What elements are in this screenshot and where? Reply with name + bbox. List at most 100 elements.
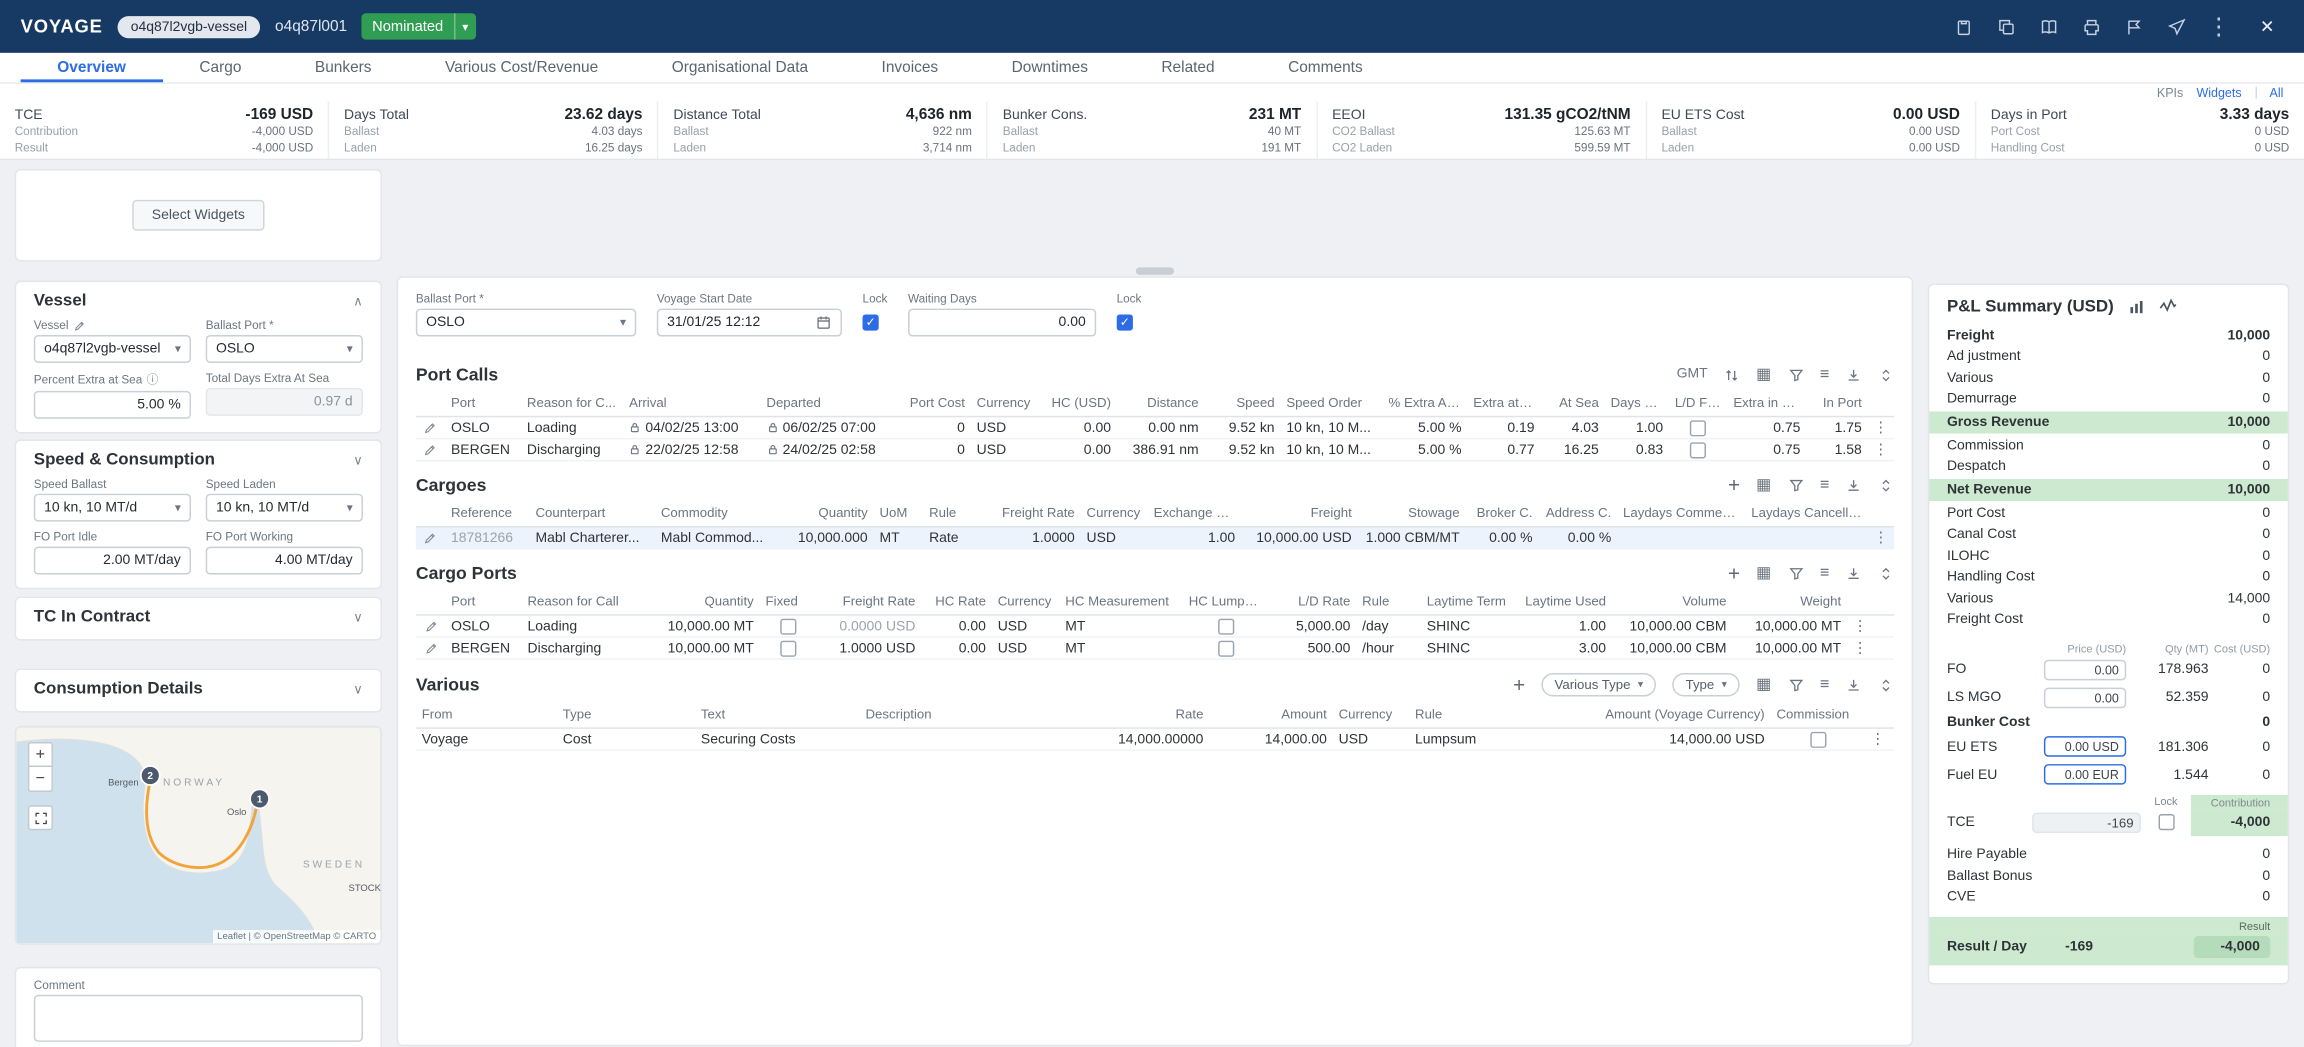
column-header-l-d-fixed[interactable]: L/D Fixed [1669, 395, 1727, 410]
column-header-text[interactable]: Text [695, 707, 860, 722]
voyage-start-date-input[interactable]: 31/01/25 12:12 [657, 309, 842, 337]
consumption-details-panel[interactable]: Consumption Details ∨ [15, 669, 382, 713]
expand-rows-icon[interactable] [1878, 477, 1894, 493]
column-header-reference[interactable]: Reference [445, 505, 530, 520]
ballast-port-select[interactable]: OSLO ▾ [206, 335, 363, 363]
cell-port[interactable]: BERGEN [445, 442, 521, 458]
cell-extra-at-sea[interactable]: 5.00 % [1383, 442, 1468, 458]
column-header-extra-at-sea[interactable]: Extra at Sea [1467, 395, 1540, 410]
cell-in-port[interactable]: 1.75 [1806, 420, 1867, 436]
column-header-commodity[interactable]: Commodity [655, 505, 777, 520]
column-header-departed[interactable]: Departed [761, 395, 898, 410]
cell-currency[interactable]: USD [992, 618, 1060, 634]
report-icon[interactable] [2032, 10, 2064, 42]
expand-rows-icon[interactable] [1878, 677, 1894, 693]
column-header-counterpart[interactable]: Counterpart [530, 505, 655, 520]
cell-volume[interactable]: 10,000.00 CBM [1612, 618, 1732, 634]
cell-amount[interactable]: 14,000.00 [1209, 731, 1332, 747]
cell-distance[interactable]: 386.91 nm [1117, 442, 1205, 458]
cell-reason-for-call[interactable]: Discharging [522, 640, 645, 656]
collapse-icon[interactable]: ∨ [353, 681, 363, 697]
cell-hc-usd[interactable]: 0.00 [1041, 442, 1117, 458]
column-header-arrival[interactable]: Arrival [623, 395, 760, 410]
cell-extra-at-sea[interactable]: 0.77 [1467, 442, 1540, 458]
cell-hc-rate[interactable]: 0.00 [921, 618, 992, 634]
copy-icon[interactable] [1990, 10, 2022, 42]
column-header-quantity[interactable]: Quantity [645, 594, 760, 609]
vessel-select[interactable]: o4q87l2vgb-vessel ▾ [34, 335, 191, 363]
drag-handle[interactable] [1136, 267, 1174, 274]
cell-hc-measurement[interactable]: MT [1059, 640, 1182, 656]
column-header-volume[interactable]: Volume [1612, 594, 1732, 609]
lock-checkbox[interactable] [1117, 314, 1133, 330]
cell-l-d-rate[interactable]: 500.00 [1268, 640, 1356, 656]
speed-ballast-select[interactable]: 10 kn, 10 MT/d ▾ [34, 494, 191, 522]
price-input[interactable]: 0.00 USD [2044, 736, 2126, 757]
cell-extra-in-port[interactable]: 0.75 [1727, 420, 1806, 436]
fo-port-working-input[interactable]: 4.00 MT/day [206, 547, 363, 575]
column-header-freight[interactable]: Freight [1241, 505, 1358, 520]
cell-l-d-fixed[interactable] [1669, 442, 1727, 458]
add-cargo-port-icon[interactable]: + [1728, 563, 1740, 584]
all-link[interactable]: All [2270, 85, 2284, 100]
expand-rows-icon[interactable] [1878, 367, 1894, 383]
price-input[interactable]: 0.00 EUR [2044, 764, 2126, 785]
column-header-broker-c[interactable]: Broker C. [1465, 505, 1538, 520]
cell-at-sea[interactable]: 16.25 [1540, 442, 1604, 458]
cell-quantity[interactable]: 10,000.00 MT [645, 618, 760, 634]
cell-departed[interactable]: 06/02/25 07:00 [761, 420, 898, 436]
cell-hc-rate[interactable]: 0.00 [921, 640, 992, 656]
pct-extra-input[interactable]: 5.00 % [34, 391, 191, 419]
filter-icon[interactable] [1788, 677, 1804, 693]
price-input[interactable]: 0.00 [2044, 687, 2126, 708]
cell-currency[interactable]: USD [971, 442, 1041, 458]
ballast-port-select[interactable]: OSLO ▾ [416, 309, 636, 337]
zoom-out-button[interactable]: − [28, 767, 53, 792]
edit-vessel-icon[interactable] [73, 320, 85, 332]
edit-row-icon[interactable] [416, 641, 445, 654]
column-header-freight-rate[interactable]: Freight Rate [816, 594, 922, 609]
filter-icon[interactable] [1788, 565, 1804, 581]
column-header-rule[interactable]: Rule [1409, 707, 1550, 722]
more-menu-icon[interactable]: ⋮ [2203, 10, 2235, 42]
tab-various-cost-revenue[interactable]: Various Cost/Revenue [408, 53, 635, 82]
column-header-stowage[interactable]: Stowage [1358, 505, 1466, 520]
cell-days-l-d[interactable]: 0.83 [1605, 442, 1669, 458]
menu-icon[interactable]: ≡ [1820, 677, 1829, 693]
download-icon[interactable] [1846, 565, 1862, 581]
add-cargo-icon[interactable]: + [1728, 475, 1740, 496]
download-icon[interactable] [1846, 367, 1862, 383]
cell-rule[interactable]: Rate [923, 530, 990, 546]
column-header-uom[interactable]: UoM [874, 505, 924, 520]
checkbox[interactable] [1217, 640, 1233, 656]
cell-currency[interactable]: USD [971, 420, 1041, 436]
edit-row-icon[interactable] [416, 619, 445, 632]
column-header-extra-at-sea[interactable]: % Extra At Sea [1383, 395, 1468, 410]
clipboard-icon[interactable] [1947, 10, 1979, 42]
edit-row-icon[interactable] [416, 531, 445, 544]
column-header-port[interactable]: Port [445, 594, 521, 609]
cell-rule[interactable]: /hour [1356, 640, 1421, 656]
column-header-currency[interactable]: Currency [1081, 505, 1148, 520]
cell-currency[interactable]: USD [992, 640, 1060, 656]
cell-currency[interactable]: USD [1081, 530, 1148, 546]
cell-port-cost[interactable]: 0 [898, 420, 971, 436]
column-header-commission[interactable]: Commission [1771, 707, 1865, 722]
column-header-laytime-term[interactable]: Laytime Term [1421, 594, 1515, 609]
column-header-speed-order[interactable]: Speed Order [1280, 395, 1382, 410]
cell-reason-for-call[interactable]: Loading [522, 618, 645, 634]
column-header-address-c[interactable]: Address C. [1538, 505, 1617, 520]
map-marker-bergen[interactable]: 2 [141, 766, 160, 785]
select-widgets-button[interactable]: Select Widgets [133, 200, 264, 231]
vessel-badge[interactable]: o4q87l2vgb-vessel [117, 15, 260, 37]
column-header-l-d-rate[interactable]: L/D Rate [1268, 594, 1356, 609]
cell-exchange-rate[interactable]: 1.00 [1148, 530, 1241, 546]
column-header-laytime-used[interactable]: Laytime Used [1515, 594, 1612, 609]
column-header-port[interactable]: Port [445, 395, 521, 410]
cell-extra-at-sea[interactable]: 5.00 % [1383, 420, 1468, 436]
speed-laden-select[interactable]: 10 kn, 10 MT/d ▾ [206, 494, 363, 522]
cell-weight[interactable]: 10,000.00 MT [1732, 618, 1847, 634]
tab-cargo[interactable]: Cargo [163, 53, 279, 82]
column-header-freight-rate[interactable]: Freight Rate [990, 505, 1080, 520]
row-menu-icon[interactable]: ⋮ [1847, 618, 1873, 634]
